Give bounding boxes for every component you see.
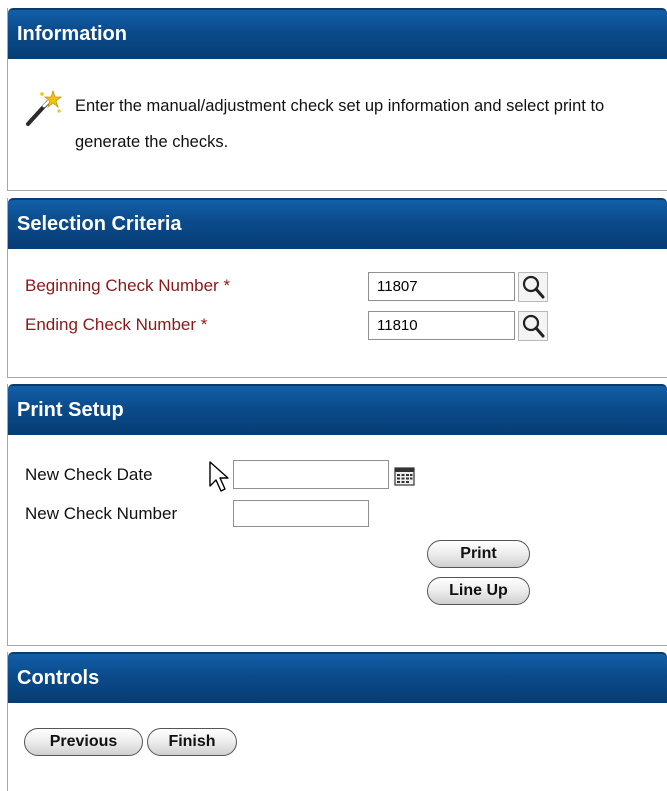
print-button[interactable]: Print (427, 540, 530, 568)
new-check-date-label: New Check Date (25, 465, 153, 484)
calendar-icon[interactable] (394, 466, 415, 486)
beginning-check-lookup-magnifier-icon[interactable] (518, 272, 548, 302)
beginning-check-number-input[interactable] (368, 272, 515, 301)
print-setup-header: Print Setup (8, 384, 667, 435)
previous-button[interactable]: Previous (24, 728, 143, 756)
selection-criteria-panel: Selection Criteria Beginning Check Numbe… (7, 198, 667, 378)
selection-criteria-header: Selection Criteria (8, 198, 667, 249)
new-check-date-input[interactable] (233, 460, 389, 489)
beginning-check-number-label: Beginning Check Number * (25, 276, 231, 295)
ending-check-number-label: Ending Check Number * (25, 315, 208, 334)
information-panel: Information Enter the manual/adjustment … (7, 8, 667, 191)
ending-check-lookup-magnifier-icon[interactable] (518, 311, 548, 341)
line-up-button[interactable]: Line Up (427, 577, 530, 605)
finish-button[interactable]: Finish (147, 728, 237, 756)
controls-panel: Controls Previous Finish (7, 652, 667, 791)
information-message: Enter the manual/adjustment check set up… (75, 97, 605, 151)
new-check-number-input[interactable] (233, 500, 369, 527)
magic-wand-icon (26, 89, 62, 126)
controls-header: Controls (8, 652, 667, 703)
ending-check-number-input[interactable] (368, 311, 515, 340)
mouse-pointer-icon (209, 461, 229, 492)
information-header: Information (8, 8, 667, 59)
print-setup-panel: Print Setup New Check Date New Check Num… (7, 384, 667, 646)
new-check-number-label: New Check Number (25, 504, 178, 523)
